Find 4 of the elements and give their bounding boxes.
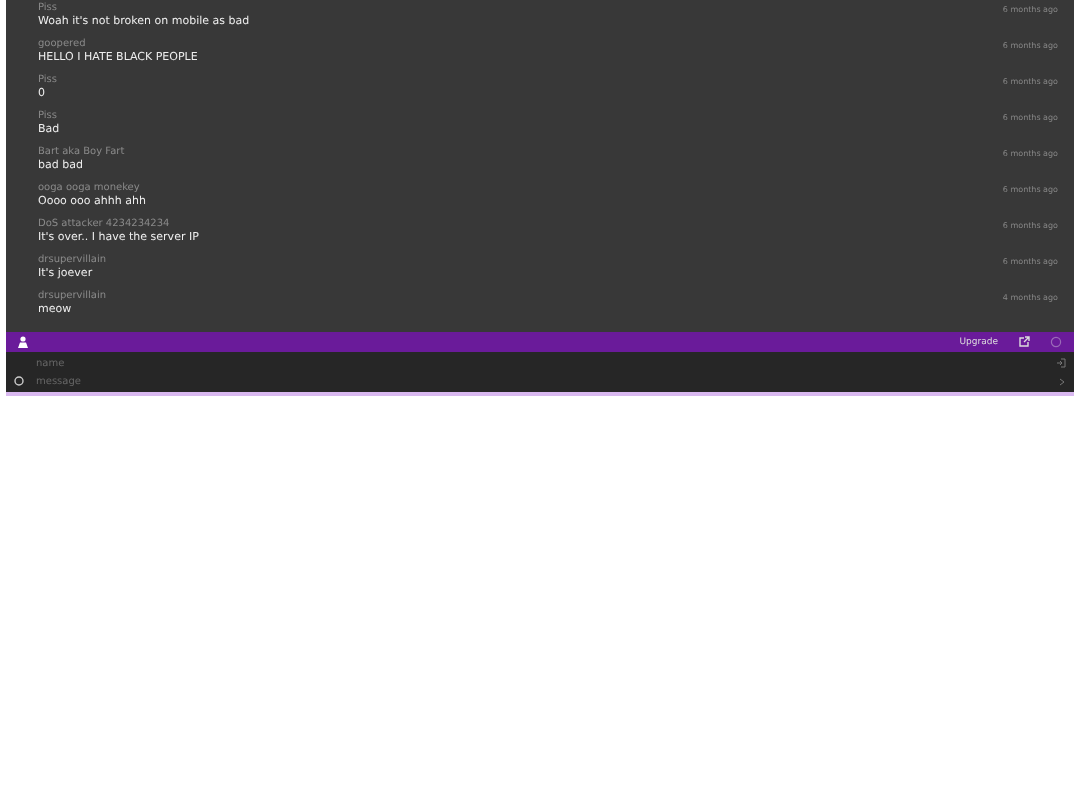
send-icon[interactable]: [1058, 377, 1066, 385]
sign-in-icon[interactable]: [1056, 358, 1066, 368]
external-link-icon[interactable]: [1018, 336, 1030, 348]
user-icon[interactable]: [18, 336, 28, 348]
